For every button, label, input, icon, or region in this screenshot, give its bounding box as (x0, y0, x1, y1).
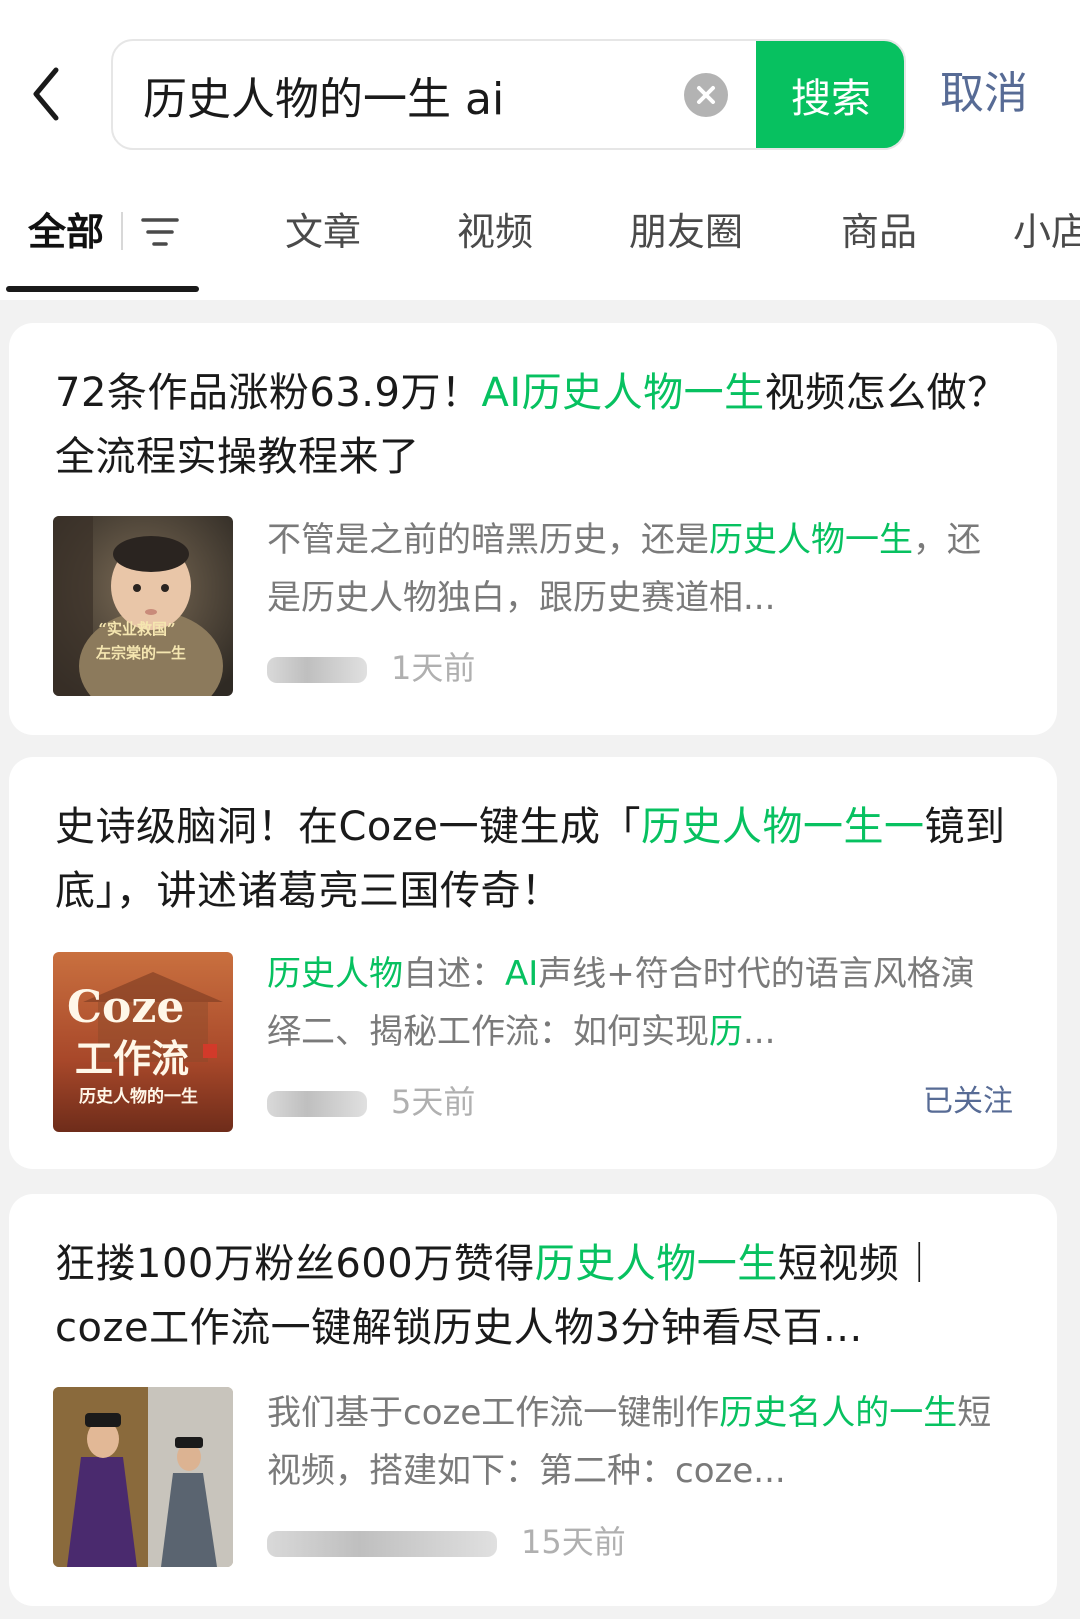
back-arrow-icon (33, 67, 59, 121)
desc-text: 自述： (403, 954, 505, 994)
desc-text: 不管是之前的暗黑历史，还是 (267, 520, 709, 560)
filter-button[interactable] (140, 214, 180, 250)
desc-highlight: 历史名人的一生 (719, 1393, 958, 1433)
desc-highlight: AI (505, 954, 539, 994)
publish-time: 15天前 (521, 1523, 626, 1561)
result-description: 我们基于coze工作流一键制作历史名人的一生短视频，搭建如下：第二种：coze.… (267, 1384, 992, 1500)
tab-products[interactable]: 商品 (841, 190, 917, 274)
result-title[interactable]: 72条作品涨粉63.9万！AI历史人物一生视频怎么做？全流程实操教程来了 (55, 361, 1015, 489)
title-highlight: 历史人物一生 (534, 1241, 778, 1287)
publish-time: 5天前 (391, 1083, 476, 1121)
desc-text: ... (743, 1012, 776, 1052)
search-header: 搜索 取消 全部 文章 视频 朋友圈 商品 小店 (0, 0, 1080, 300)
result-description: 不管是之前的暗黑历史，还是历史人物一生，还是历史人物独白，跟历史赛道相... (267, 511, 992, 627)
tab-divider (121, 212, 123, 250)
search-result-card[interactable]: 72条作品涨粉63.9万！AI历史人物一生视频怎么做？全流程实操教程来了 “实业… (9, 323, 1057, 735)
desc-text: 我们基于coze工作流一键制作 (267, 1393, 720, 1433)
search-result-card[interactable]: 狂搂100万粉丝600万赞得历史人物一生短视频｜coze工作流一键解锁历史人物3… (9, 1194, 1057, 1606)
result-meta: 1天前 (267, 643, 475, 693)
tab-videos[interactable]: 视频 (457, 190, 533, 274)
result-thumbnail[interactable] (53, 1387, 233, 1567)
thumbnail-caption-3: 历史人物的一生 (79, 1086, 198, 1107)
coze-cover-image: Coze 工作流 历史人物的一生 (53, 952, 233, 1132)
result-thumbnail[interactable]: Coze 工作流 历史人物的一生 (53, 952, 233, 1132)
result-description: 历史人物自述：AI声线+符合时代的语言风格演绎二、揭秘工作流：如何实现历... (267, 945, 992, 1061)
search-input[interactable] (143, 41, 663, 148)
title-text: 狂搂100万粉丝600万赞得 (55, 1241, 535, 1287)
active-tab-indicator (6, 286, 199, 292)
blurred-account-name (267, 1531, 497, 1557)
result-title[interactable]: 史诗级脑洞！在Coze一键生成「历史人物一生一镜到底」，讲述诸葛亮三国传奇！ (55, 795, 1015, 923)
tab-moments[interactable]: 朋友圈 (629, 190, 743, 274)
thumbnail-caption-2: 工作流 (75, 1036, 189, 1081)
result-title[interactable]: 狂搂100万粉丝600万赞得历史人物一生短视频｜coze工作流一键解锁历史人物3… (55, 1232, 1015, 1360)
title-text: 72条作品涨粉63.9万！ (55, 370, 482, 416)
tab-all[interactable]: 全部 (28, 190, 104, 274)
search-button[interactable]: 搜索 (756, 41, 904, 148)
blurred-account-name (267, 657, 367, 683)
desc-highlight: 历史人物一生 (709, 520, 913, 560)
title-highlight: AI历史人物一生 (481, 370, 765, 416)
category-tabs: 全部 文章 视频 朋友圈 商品 小店 (0, 190, 1080, 300)
blurred-account-name (267, 1091, 367, 1117)
search-box: 搜索 (111, 39, 906, 150)
tab-shops[interactable]: 小店 (1013, 190, 1080, 274)
search-result-card[interactable]: 史诗级脑洞！在Coze一键生成「历史人物一生一镜到底」，讲述诸葛亮三国传奇！ C… (9, 757, 1057, 1169)
desc-highlight: 历 (709, 1012, 743, 1052)
clear-icon (697, 86, 715, 104)
publish-time: 1天前 (391, 649, 476, 687)
title-highlight: 历史人物一生一 (641, 804, 925, 850)
tab-articles[interactable]: 文章 (285, 190, 361, 274)
result-meta: 15天前 (267, 1517, 626, 1567)
result-meta: 5天前 (267, 1077, 475, 1127)
followed-badge[interactable]: 已关注 (923, 1077, 1013, 1127)
thumbnail-caption-1: Coze (67, 982, 184, 1033)
result-thumbnail[interactable]: “实业救国” 左宗棠的一生 (53, 516, 233, 696)
thumbnail-caption-1: “实业救国” (98, 620, 175, 638)
filter-icon (141, 218, 179, 246)
desc-highlight: 历史人物 (267, 954, 403, 994)
thumbnail-caption-2: 左宗棠的一生 (95, 644, 186, 662)
title-text: 史诗级脑洞！在Coze一键生成「 (55, 804, 642, 850)
back-button[interactable] (26, 62, 86, 126)
clear-button[interactable] (684, 73, 728, 117)
child-portrait-image: “实业救国” 左宗棠的一生 (53, 516, 233, 696)
historical-figures-image (53, 1387, 233, 1567)
cancel-button[interactable]: 取消 (940, 62, 1028, 126)
